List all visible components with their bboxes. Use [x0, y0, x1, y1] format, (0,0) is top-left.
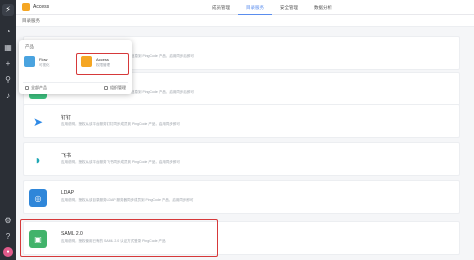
app-logo-icon[interactable]: ⚡ [2, 4, 14, 16]
dingtalk-icon: ➤ [29, 113, 47, 131]
tab-members[interactable]: 成员管理 [204, 0, 238, 15]
product-flow[interactable]: Flow 可视化 [21, 53, 75, 73]
grid-icon [25, 86, 29, 90]
service-name: 钉钉 [61, 115, 72, 121]
service-card-ldap[interactable]: ◎ LDAP 应用说明，授权从该目录服务LDAP 服务器同步成员到 PingCo… [23, 180, 460, 214]
product-dropdown: 产品 Flow 可视化 Access 权限管理 全部产品 组织管理 [19, 40, 132, 94]
add-icon[interactable]: + [3, 59, 13, 69]
tab-directory[interactable]: 目录服务 [238, 0, 272, 15]
tab-security[interactable]: 安全管理 [272, 0, 306, 15]
top-header: Access 成员管理 目录服务 安全管理 数据分析 [16, 0, 474, 15]
user-avatar[interactable]: ● [3, 247, 13, 257]
service-name: 飞书 [61, 153, 72, 159]
service-description: 应用说明，授权从该目录服务LDAP 服务器同步成员到 PingCode 产品，启… [61, 198, 194, 202]
apps-grid-icon[interactable]: ▦ [3, 43, 13, 53]
service-name: LDAP [61, 190, 75, 196]
header-tabs: 成员管理 目录服务 安全管理 数据分析 [204, 0, 340, 15]
ldap-icon: ◎ [29, 189, 47, 207]
service-description: 应用说明，授权从该平台服务钉钉同步成员到 PingCode 产品，启用同步即可 [61, 122, 180, 126]
access-highlight-box [76, 53, 129, 75]
feishu-icon: ◗ [29, 151, 47, 169]
settings-icon[interactable]: ⚙ [3, 216, 13, 226]
dropdown-title: 产品 [25, 44, 34, 49]
all-products-label: 全部产品 [31, 85, 47, 90]
service-description: 应用说明，授权从该平台服务飞书同步成员到 PingCode 产品，启用同步即可 [61, 160, 180, 164]
access-app-icon [22, 3, 30, 11]
org-management-label: 组织管理 [110, 85, 126, 90]
org-management-link[interactable]: 组织管理 [104, 85, 126, 91]
product-name: Flow [39, 57, 48, 62]
service-card-dingtalk[interactable]: ➤ 钉钉 应用说明，授权从该平台服务钉钉同步成员到 PingCode 产品，启用… [23, 104, 460, 138]
tab-analytics[interactable]: 数据分析 [306, 0, 340, 15]
app-title: Access [33, 4, 50, 10]
sub-header: 目录服务 [16, 15, 474, 27]
dropdown-divider [23, 82, 128, 83]
all-products-link[interactable]: 全部产品 [25, 85, 47, 91]
flow-icon [24, 56, 35, 67]
breadcrumb: 目录服务 [22, 18, 40, 23]
search-icon[interactable]: ⚲ [3, 75, 13, 85]
saml-highlight-box [20, 219, 218, 257]
dashboard-icon[interactable]: ◔ [3, 27, 13, 37]
product-subtitle: 可视化 [39, 63, 50, 67]
service-card-feishu[interactable]: ◗ 飞书 应用说明，授权从该平台服务飞书同步成员到 PingCode 产品，启用… [23, 142, 460, 176]
notification-bell-icon[interactable]: ♪ [3, 91, 13, 101]
left-rail: ⚡ ◔ ▦ + ⚲ ♪ ⚙ ? ● [0, 0, 16, 260]
org-icon [104, 86, 108, 90]
help-icon[interactable]: ? [3, 232, 13, 242]
